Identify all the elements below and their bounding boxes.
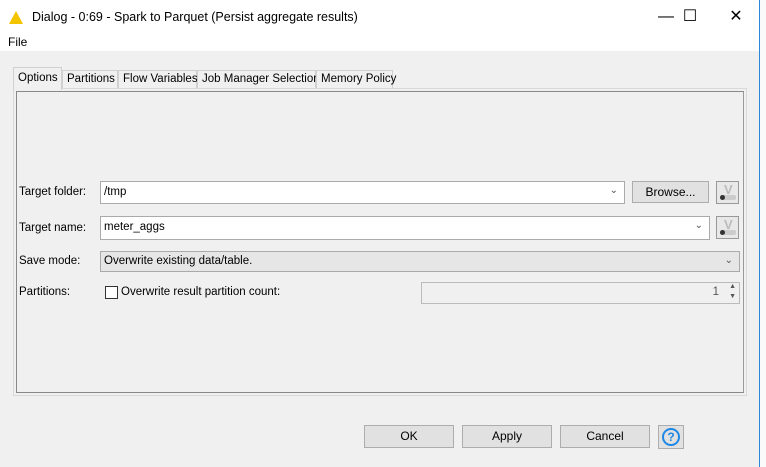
target-folder-combo[interactable]: /tmp ⌄ bbox=[100, 181, 625, 204]
overwrite-partition-checkbox[interactable] bbox=[105, 286, 118, 299]
spinner-down-icon[interactable]: ▼ bbox=[729, 293, 736, 300]
title-bar: Dialog - 0:69 - Spark to Parquet (Persis… bbox=[0, 0, 759, 35]
flow-variable-button-folder[interactable]: V bbox=[716, 181, 739, 204]
target-name-label: Target name: bbox=[19, 222, 87, 234]
spinner-up-icon[interactable]: ▲ bbox=[729, 283, 736, 290]
chevron-down-icon: ⌄ bbox=[694, 220, 703, 231]
chevron-down-icon: ⌄ bbox=[609, 185, 618, 196]
browse-button[interactable]: Browse... bbox=[632, 181, 709, 203]
options-panel bbox=[13, 88, 747, 396]
warning-icon bbox=[9, 11, 23, 24]
tab-flow-variables[interactable]: Flow Variables bbox=[118, 70, 198, 89]
apply-button[interactable]: Apply bbox=[462, 425, 552, 448]
tab-options[interactable]: Options bbox=[13, 67, 62, 90]
ok-button[interactable]: OK bbox=[364, 425, 454, 448]
partitions-label: Partitions: bbox=[19, 286, 71, 298]
menu-file[interactable]: File bbox=[8, 35, 27, 49]
menu-bar: File bbox=[0, 35, 759, 51]
close-button[interactable]: ✕ bbox=[713, 6, 759, 30]
overwrite-partition-label: Overwrite result partition count: bbox=[121, 286, 281, 298]
target-folder-label: Target folder: bbox=[19, 186, 87, 198]
cancel-button[interactable]: Cancel bbox=[560, 425, 650, 448]
target-folder-value: /tmp bbox=[104, 186, 127, 198]
maximize-button[interactable]: ☐ bbox=[667, 6, 713, 30]
save-mode-select[interactable]: Overwrite existing data/table. ⌄ bbox=[100, 251, 740, 272]
flow-variable-button-name[interactable]: V bbox=[716, 216, 739, 239]
tab-memory-policy[interactable]: Memory Policy bbox=[316, 70, 396, 89]
tab-job-manager-selection[interactable]: Job Manager Selection bbox=[197, 70, 320, 89]
window-title: Dialog - 0:69 - Spark to Parquet (Persis… bbox=[32, 10, 358, 24]
tab-partitions[interactable]: Partitions bbox=[62, 70, 118, 89]
save-mode-label: Save mode: bbox=[19, 255, 81, 267]
partition-count-value: 1 bbox=[712, 286, 719, 298]
partition-count-spinner[interactable]: 1 ▲ ▼ bbox=[421, 282, 740, 304]
help-button[interactable]: ? bbox=[658, 425, 684, 449]
dialog-window: Dialog - 0:69 - Spark to Parquet (Persis… bbox=[0, 0, 760, 467]
chevron-down-icon: ⌄ bbox=[724, 255, 733, 266]
help-icon: ? bbox=[662, 428, 680, 446]
target-name-combo[interactable]: meter_aggs ⌄ bbox=[100, 216, 710, 240]
target-name-value: meter_aggs bbox=[104, 221, 165, 233]
save-mode-value: Overwrite existing data/table. bbox=[104, 255, 253, 267]
